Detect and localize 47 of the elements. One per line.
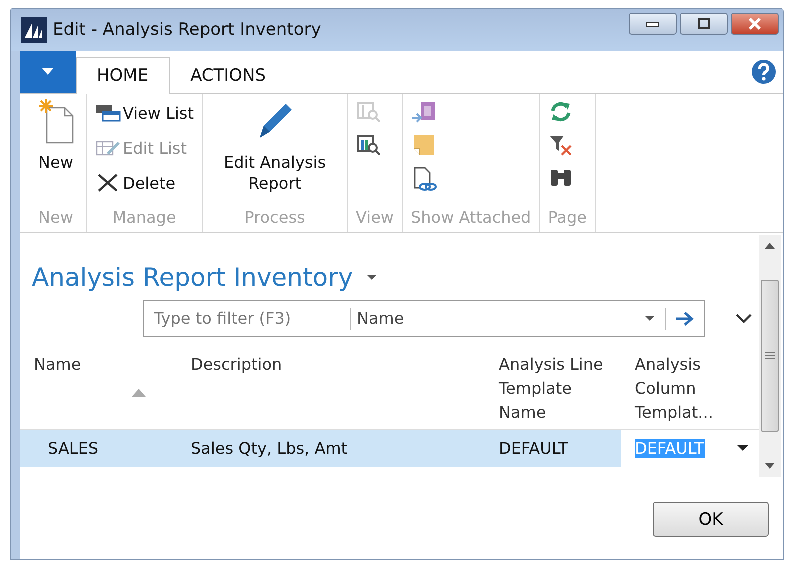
- close-icon: [747, 17, 763, 31]
- table-cell: Sales Qty, Lbs, Amt: [191, 439, 348, 458]
- chevron-down-icon[interactable]: [735, 312, 753, 324]
- group-label: New: [38, 208, 74, 229]
- table-cell: SALES: [48, 439, 99, 458]
- column-header[interactable]: Name: [34, 353, 82, 377]
- window-title: Edit - Analysis Report Inventory: [53, 20, 322, 40]
- restore-button[interactable]: [680, 13, 728, 35]
- group-label: Manage: [112, 208, 178, 229]
- group-label: View: [356, 208, 394, 229]
- close-button[interactable]: [731, 13, 779, 35]
- table-row[interactable]: SALES Sales Qty, Lbs, Amt DEFAULT DEFAULT: [20, 430, 759, 467]
- app-logo-icon: [21, 17, 47, 43]
- new-document-icon: [38, 98, 74, 144]
- column-header[interactable]: Analysis Column Templat...: [635, 353, 760, 425]
- column-header[interactable]: Description: [191, 353, 282, 377]
- group-label: Process: [244, 208, 306, 229]
- scrollbar[interactable]: [759, 235, 781, 477]
- caret-icon: [42, 68, 54, 76]
- arrow-right-icon[interactable]: [674, 310, 696, 326]
- ribbon-button[interactable]: View List: [95, 98, 194, 128]
- ribbon-button[interactable]: New: [34, 98, 78, 173]
- report-preview-icon[interactable]: [356, 133, 382, 157]
- scroll-up-icon[interactable]: [765, 243, 775, 249]
- scroll-down-icon[interactable]: [765, 463, 775, 469]
- ribbon-tab[interactable]: HOME: [76, 57, 170, 94]
- clear-filter-icon[interactable]: [548, 133, 574, 157]
- ribbon-button[interactable]: Delete: [95, 168, 176, 198]
- scroll-thumb[interactable]: [761, 280, 779, 432]
- ribbon-tab[interactable]: ACTIONS: [170, 57, 288, 93]
- caret-icon: [645, 316, 655, 322]
- ok-button[interactable]: OK: [653, 502, 769, 537]
- notebook-icon[interactable]: [411, 100, 437, 124]
- filter-field-dropdown[interactable]: Name: [351, 308, 666, 330]
- column-header[interactable]: Analysis Line Template Name: [499, 353, 624, 425]
- group-label: Page: [548, 208, 587, 229]
- caret-icon[interactable]: [737, 445, 749, 452]
- grip-icon: [765, 352, 775, 360]
- ribbon-button[interactable]: Edit Analysis Report: [211, 98, 340, 194]
- restore-icon: [697, 18, 711, 30]
- help-icon[interactable]: [751, 59, 777, 85]
- page-title: Analysis Report Inventory: [32, 263, 354, 292]
- group-label: Show Attached: [411, 208, 532, 229]
- minimize-button[interactable]: [629, 13, 677, 35]
- list-windows-icon: [95, 103, 121, 123]
- caret-icon[interactable]: [367, 274, 378, 280]
- table-cell: DEFAULT: [499, 439, 568, 458]
